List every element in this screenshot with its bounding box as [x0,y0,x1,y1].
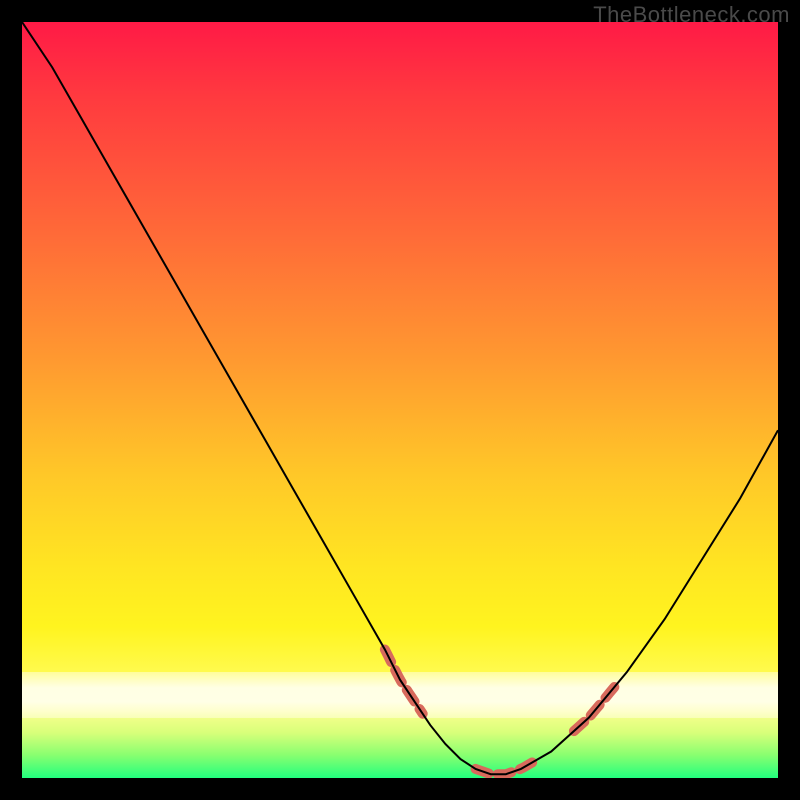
watermark-text: TheBottleneck.com [593,2,790,28]
curve-path [22,22,778,774]
curve-layer [22,22,778,774]
highlight-layer [385,649,619,774]
chart-svg [22,22,778,778]
chart-stage: TheBottleneck.com [0,0,800,800]
plot-area [22,22,778,778]
